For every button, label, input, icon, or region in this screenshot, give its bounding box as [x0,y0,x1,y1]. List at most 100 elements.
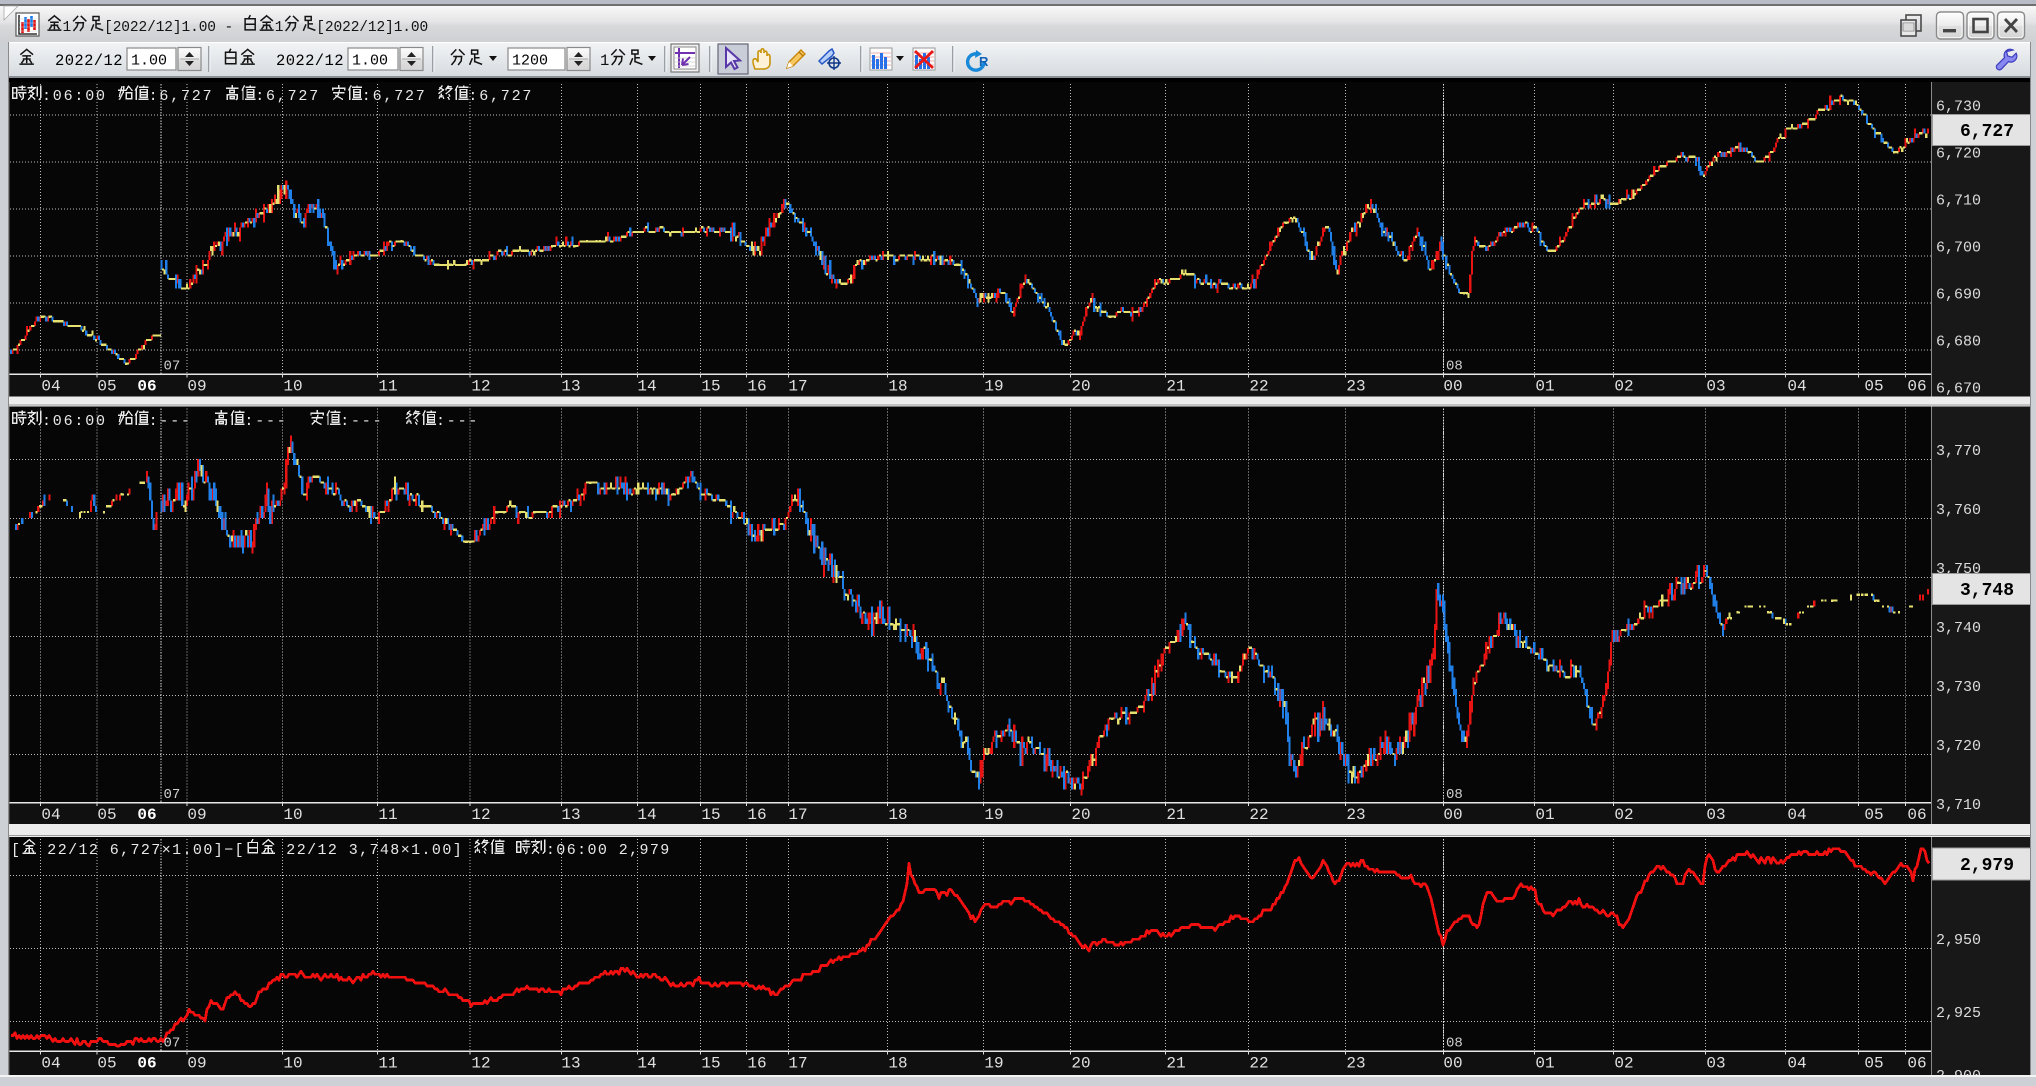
svg-text::6,727: :6,727 [255,88,331,105]
svg-text:14: 14 [637,1055,656,1073]
svg-text:22/12 3,748×1.00]: 22/12 3,748×1.00] [276,842,474,859]
svg-text:6,730: 6,730 [1936,99,1981,116]
svg-text:13: 13 [561,378,580,396]
svg-text:09: 09 [187,378,206,396]
svg-text:12: 12 [471,378,490,396]
svg-text:14: 14 [637,378,656,396]
svg-text:04: 04 [41,806,60,824]
svg-text:23: 23 [1346,378,1365,396]
svg-text:1200: 1200 [512,53,548,70]
svg-text:13: 13 [561,806,580,824]
svg-text:03: 03 [1706,378,1725,396]
svg-text:12: 12 [471,1055,490,1073]
svg-text:6,670: 6,670 [1936,381,1981,398]
svg-text::6,727: :6,727 [468,88,533,105]
svg-text:09: 09 [187,806,206,824]
svg-text:2,979: 2,979 [1960,856,2014,876]
svg-text:07: 07 [164,359,181,375]
svg-text:11: 11 [378,806,397,824]
svg-text:22: 22 [1249,806,1268,824]
svg-text::---: :--- [244,413,309,430]
svg-text:6,727: 6,727 [1960,122,2014,142]
svg-text:07: 07 [164,787,181,803]
svg-text:18: 18 [888,806,907,824]
svg-text:01: 01 [1535,378,1554,396]
svg-text:15: 15 [701,806,720,824]
svg-text:01: 01 [1535,1055,1554,1073]
svg-text::06:00: :06:00 [42,413,118,430]
svg-text::6,727: :6,727 [149,88,225,105]
svg-text:22: 22 [1249,378,1268,396]
svg-text:11: 11 [378,378,397,396]
svg-text::06:00: :06:00 [42,88,118,105]
svg-text:3,730: 3,730 [1936,679,1981,696]
svg-text:3,770: 3,770 [1936,443,1981,460]
svg-text:06: 06 [1907,806,1926,824]
svg-text:17: 17 [788,378,807,396]
svg-text:1.00: 1.00 [352,53,388,70]
svg-text:09: 09 [187,1055,206,1073]
svg-text:3,748: 3,748 [1960,581,2014,601]
svg-text:02: 02 [1614,378,1633,396]
svg-text:02: 02 [1614,1055,1633,1073]
svg-text:21: 21 [1166,1055,1185,1073]
svg-text:04: 04 [41,378,60,396]
svg-text::6,727: :6,727 [362,88,438,105]
svg-text:15: 15 [701,1055,720,1073]
svg-text:6,720: 6,720 [1936,146,1981,163]
svg-text:3,710: 3,710 [1936,797,1981,814]
svg-text:2,950: 2,950 [1936,932,1981,949]
svg-text:08: 08 [1446,359,1463,375]
svg-text:04: 04 [1787,1055,1806,1073]
svg-text:16: 16 [747,806,766,824]
svg-text:05: 05 [97,806,116,824]
svg-text:16: 16 [747,378,766,396]
svg-text:22: 22 [1249,1055,1268,1073]
svg-text:18: 18 [888,378,907,396]
svg-text:19: 19 [984,378,1003,396]
svg-text:05: 05 [1864,378,1883,396]
svg-text:22/12 6,727×1.00]−[: 22/12 6,727×1.00]−[ [37,842,245,859]
svg-text:17: 17 [788,1055,807,1073]
svg-text:20: 20 [1071,378,1090,396]
svg-text:06: 06 [137,806,156,824]
svg-text:3,720: 3,720 [1936,738,1981,755]
svg-text:02: 02 [1614,806,1633,824]
svg-text:3,760: 3,760 [1936,502,1981,519]
svg-text:18: 18 [888,1055,907,1073]
svg-text:16: 16 [747,1055,766,1073]
svg-text:05: 05 [1864,1055,1883,1073]
svg-text:6,690: 6,690 [1936,287,1981,304]
svg-text:6,710: 6,710 [1936,193,1981,210]
svg-text:23: 23 [1346,1055,1365,1073]
svg-text:12: 12 [471,806,490,824]
svg-text:03: 03 [1706,806,1725,824]
svg-text:04: 04 [1787,378,1806,396]
svg-text:15: 15 [701,378,720,396]
svg-text:2022/12: 2022/12 [55,52,123,70]
svg-text:10: 10 [283,806,302,824]
svg-text:00: 00 [1443,378,1462,396]
svg-text:[: [ [11,842,21,859]
svg-text:23: 23 [1346,806,1365,824]
svg-text:06: 06 [137,1055,156,1073]
svg-text:3,740: 3,740 [1936,620,1981,637]
svg-text:6,680: 6,680 [1936,334,1981,351]
svg-text:R: R [979,54,989,69]
svg-text:08: 08 [1446,1036,1463,1052]
svg-text:1: 1 [600,52,609,70]
svg-text:06: 06 [1907,1055,1926,1073]
svg-text:03: 03 [1706,1055,1725,1073]
svg-text:6,700: 6,700 [1936,240,1981,257]
svg-text:05: 05 [97,378,116,396]
svg-text::---: :--- [149,413,214,430]
svg-text:04: 04 [41,1055,60,1073]
svg-text:2,925: 2,925 [1936,1005,1981,1022]
svg-text:21: 21 [1166,378,1185,396]
svg-text:21: 21 [1166,806,1185,824]
svg-text:19: 19 [984,806,1003,824]
svg-text:05: 05 [97,1055,116,1073]
svg-text:19: 19 [984,1055,1003,1073]
svg-text:10: 10 [283,1055,302,1073]
svg-text:11: 11 [378,1055,397,1073]
